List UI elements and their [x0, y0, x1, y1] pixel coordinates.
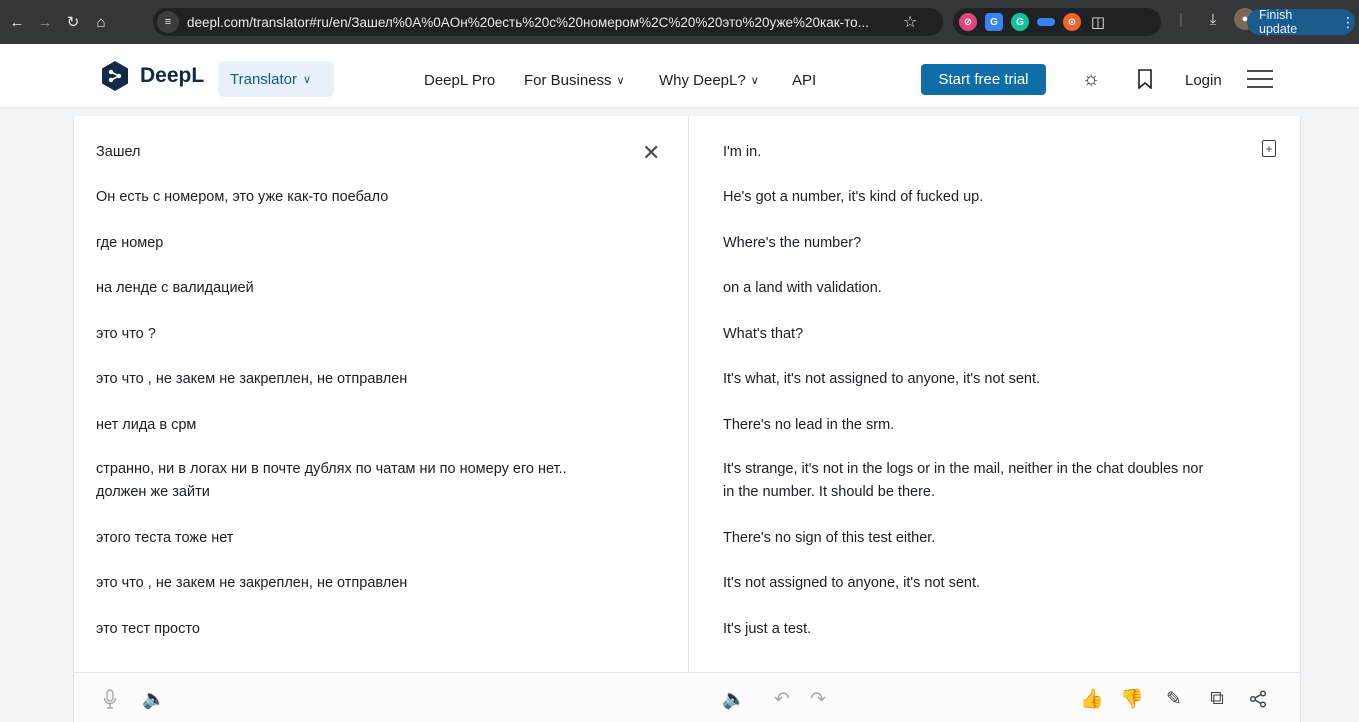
target-line: I'm in. [723, 144, 762, 160]
chevron-down-icon: ∨ [750, 75, 759, 87]
copy-icon[interactable]: ⧉ [1205, 687, 1229, 711]
lightbulb-icon[interactable]: ☼ [1079, 67, 1103, 91]
source-line: Он есть с номером, это уже как-то поебал… [96, 189, 389, 205]
kebab-menu-icon[interactable]: ⋮ [1341, 14, 1355, 31]
target-line: There's no lead in the srm. [723, 417, 895, 433]
redo-icon[interactable]: ↷ [806, 687, 830, 711]
extension-icon[interactable]: ⊙ [1063, 13, 1081, 31]
separator: | [1179, 10, 1183, 28]
edit-icon[interactable]: ✎ [1162, 687, 1186, 711]
source-line: где номер [96, 235, 164, 251]
bookmark-icon[interactable] [1133, 67, 1157, 91]
source-line: этого теста тоже нет [96, 530, 234, 546]
address-bar[interactable]: ≡ deepl.com/translator#ru/en/Зашел%0A%0A… [153, 8, 943, 36]
deepl-logo[interactable]: DeepL [100, 60, 204, 92]
source-line: это что ? [96, 326, 156, 342]
listen-source-icon[interactable]: 🔈 [142, 687, 166, 711]
page-background-left [0, 108, 73, 722]
source-line: на ленде с валидацией [96, 280, 254, 296]
logo-text: DeepL [140, 64, 205, 87]
translator-dropdown[interactable]: Translator ∨ [218, 61, 334, 97]
microphone-icon[interactable] [98, 687, 122, 711]
source-line: Зашел [96, 144, 141, 160]
bookmark-star-icon[interactable]: ☆ [903, 12, 917, 32]
target-line: It's what, it's not assigned to anyone, … [723, 371, 1041, 387]
nav-why-deepl-label: Why DeepL? [659, 72, 746, 89]
listen-translation-icon[interactable]: 🔈 [722, 687, 746, 711]
share-icon[interactable] [1246, 687, 1270, 711]
source-line: это тест просто [96, 621, 200, 637]
finish-update-label: Finish update [1259, 8, 1298, 36]
extensions-group: ⊘ G G ⊙ ◫ [953, 8, 1161, 36]
target-line: He's got a number, it's kind of fucked u… [723, 189, 984, 205]
page-background-right [1301, 108, 1359, 722]
target-line: It's just a test. [723, 621, 812, 637]
undo-icon[interactable]: ↶ [770, 687, 794, 711]
target-line: on a land with validation. [723, 280, 882, 296]
target-line: in the number. It should be there. [723, 484, 935, 500]
source-line: нет лида в срм [96, 417, 197, 433]
nav-deepl-pro-label: DeepL Pro [424, 72, 496, 89]
clear-text-button[interactable]: ✕ [642, 140, 660, 166]
browser-toolbar: ← → ↻ ⌂ ≡ deepl.com/translator#ru/en/Заш… [0, 0, 1359, 44]
nav-deepl-pro[interactable]: DeepL Pro [424, 72, 495, 89]
target-line: There's no sign of this test either. [723, 530, 936, 546]
reload-icon[interactable]: ↻ [62, 11, 84, 33]
source-line: должен же зайти [96, 484, 210, 500]
nav-why-deepl[interactable]: Why DeepL? ∨ [659, 72, 759, 89]
target-line: Where's the number? [723, 235, 862, 251]
save-translation-icon[interactable]: + [1262, 140, 1276, 157]
extension-icon[interactable]: ⊘ [959, 13, 977, 31]
translator-footer: 🔈 🔈 ↶ ↷ 👍 👎 ✎ ⧉ [74, 672, 1300, 722]
finish-update-button[interactable]: Finish update ⋮ [1247, 8, 1355, 36]
nav-for-business-label: For Business [524, 72, 612, 89]
url-text[interactable]: deepl.com/translator#ru/en/Зашел%0A%0AОн… [187, 15, 897, 30]
target-line: It's not assigned to anyone, it's not se… [723, 575, 981, 591]
site-settings-icon[interactable]: ≡ [157, 11, 179, 33]
forward-icon[interactable]: → [34, 11, 56, 33]
hamburger-menu-icon[interactable] [1247, 70, 1273, 88]
grammarly-extension-icon[interactable]: G [1011, 13, 1029, 31]
back-icon[interactable]: ← [6, 11, 28, 33]
target-line: What's that? [723, 326, 804, 342]
translator-label: Translator [230, 70, 297, 88]
nav-api-label: API [792, 72, 817, 89]
login-link[interactable]: Login [1185, 72, 1222, 89]
source-line: это что , не закем не закреплен, не отпр… [96, 371, 408, 387]
deepl-logo-icon [102, 61, 128, 91]
home-icon[interactable]: ⌂ [90, 11, 112, 33]
chevron-down-icon: ∨ [302, 73, 312, 86]
start-free-trial-button[interactable]: Start free trial [921, 64, 1046, 95]
panel-divider [688, 116, 689, 722]
puzzle-icon[interactable]: ◫ [1089, 13, 1107, 31]
site-header: DeepL Translator ∨ DeepL Pro For Busines… [0, 44, 1359, 108]
chevron-down-icon: ∨ [616, 75, 625, 87]
nav-api[interactable]: API [792, 72, 816, 89]
download-icon[interactable]: ⤓ [1202, 11, 1224, 28]
thumbs-down-icon[interactable]: 👎 [1120, 687, 1144, 711]
translator-panel: Зашел Он есть с номером, это уже как-то … [73, 116, 1301, 722]
source-line: это что , не закем не закреплен, не отпр… [96, 575, 408, 591]
thumbs-up-icon[interactable]: 👍 [1080, 687, 1104, 711]
source-line: странно, ни в логах ни в почте дублях по… [96, 461, 567, 477]
target-line: It's strange, it's not in the logs or in… [723, 461, 1204, 477]
extension-icon[interactable] [1037, 18, 1055, 26]
nav-for-business[interactable]: For Business ∨ [524, 72, 625, 89]
translate-extension-icon[interactable]: G [985, 13, 1003, 31]
